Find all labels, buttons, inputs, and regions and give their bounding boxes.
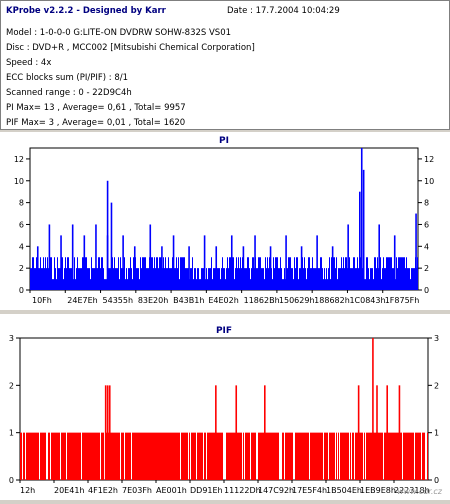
y-tick-label: 10 — [14, 177, 24, 186]
y-tick-label: 10 — [424, 177, 434, 186]
pi-chart-panel: PI 0 0 2 2 4 4 6 6 8 8 10 10 12 12 10Fh 24E7Eh 54355h 83E2… — [0, 132, 450, 310]
y-tick-label: 0 — [19, 286, 24, 295]
x-tick-label: 1C0843h — [349, 296, 385, 305]
x-tick-label: 1F875Fh — [385, 296, 420, 305]
x-tick-label: DD91Eh — [190, 486, 223, 495]
disc-line: Disc : DVD+R , MCC002 [Mitsubishi Chemic… — [6, 43, 255, 53]
scan-date: Date : 17.7.2004 10:04:29 — [227, 6, 340, 16]
chart-title: PI — [219, 136, 229, 146]
pif-summary-line: PIF Max= 3 , Average= 0,01 , Total= 1620 — [6, 118, 186, 128]
x-tick-label: 11122Dh — [224, 486, 261, 495]
pif-chart: PIF 0 0 1 1 2 2 3 3 12h 20E41h 4F1E2h 7E03Fh AE001h DD… — [9, 326, 439, 495]
info-panel: KProbe v2.2.2 - Designed by Karr Date : … — [0, 0, 450, 130]
x-tick-label: 54355h — [103, 296, 134, 305]
y-tick-label: 8 — [19, 199, 24, 208]
app-title: KProbe v2.2.2 - Designed by Karr — [6, 6, 166, 16]
y-tick-label: 2 — [424, 264, 429, 273]
x-tick-label: 20E41h — [54, 486, 84, 495]
x-tick-label: 147C92h — [258, 486, 294, 495]
x-tick-label: 188682h — [314, 296, 350, 305]
model-line: Model : 1-0-0-0 G:LITE-ON DVDRW SOHW-832… — [6, 28, 232, 38]
y-tick-label: 1 — [9, 429, 14, 438]
y-tick-label: 0 — [424, 286, 429, 295]
x-tick-label: 150629h — [279, 296, 315, 305]
y-tick-label: 6 — [19, 220, 24, 229]
pif-chart-panel: PIF 0 0 1 1 2 2 3 3 12h 20E41h 4F1E2h 7E03Fh AE001h DD… — [0, 314, 450, 500]
x-tick-label: 1EB9E8h — [360, 486, 396, 495]
x-tick-label: AE001h — [156, 486, 187, 495]
y-tick-label: 2 — [434, 381, 439, 390]
y-tick-label: 6 — [424, 220, 429, 229]
y-tick-label: 2 — [19, 264, 24, 273]
y-tick-label: 12 — [14, 155, 24, 164]
y-tick-label: 4 — [19, 242, 24, 251]
x-tick-label: B43B1h — [173, 296, 204, 305]
range-line: Scanned range : 0 - 22D9C4h — [6, 88, 132, 98]
pi-chart: PI 0 0 2 2 4 4 6 6 8 8 10 10 12 12 10Fh 24E7Eh 54355h 83E2… — [14, 136, 434, 305]
x-tick-label: E4E02h — [208, 296, 238, 305]
x-tick-label: 12h — [20, 486, 35, 495]
y-tick-label: 0 — [9, 476, 14, 485]
y-tick-label: 3 — [434, 334, 439, 343]
y-tick-label: 4 — [424, 242, 429, 251]
x-tick-label: 1B504Eh — [326, 486, 362, 495]
x-tick-label: 7E03Fh — [122, 486, 152, 495]
x-tick-label: 24E7Eh — [67, 296, 97, 305]
watermark: www.cdr.cz — [397, 487, 442, 496]
x-tick-label: 4F1E2h — [88, 486, 118, 495]
x-tick-label: 10Fh — [32, 296, 52, 305]
y-tick-label: 2 — [9, 381, 14, 390]
y-tick-label: 12 — [424, 155, 434, 164]
x-tick-label: 83E20h — [138, 296, 168, 305]
speed-line: Speed : 4x — [6, 58, 52, 68]
x-tick-label: 17E5F4h — [292, 486, 327, 495]
ecc-line: ECC blocks sum (PI/PIF) : 8/1 — [6, 73, 129, 83]
x-tick-label: 11862Bh — [244, 296, 280, 305]
chart-title: PIF — [216, 326, 232, 336]
y-tick-label: 1 — [434, 429, 439, 438]
y-tick-label: 8 — [424, 199, 429, 208]
pi-summary-line: PI Max= 13 , Average= 0,61 , Total= 9957 — [6, 103, 186, 113]
y-tick-label: 3 — [9, 334, 14, 343]
y-tick-label: 0 — [434, 476, 439, 485]
